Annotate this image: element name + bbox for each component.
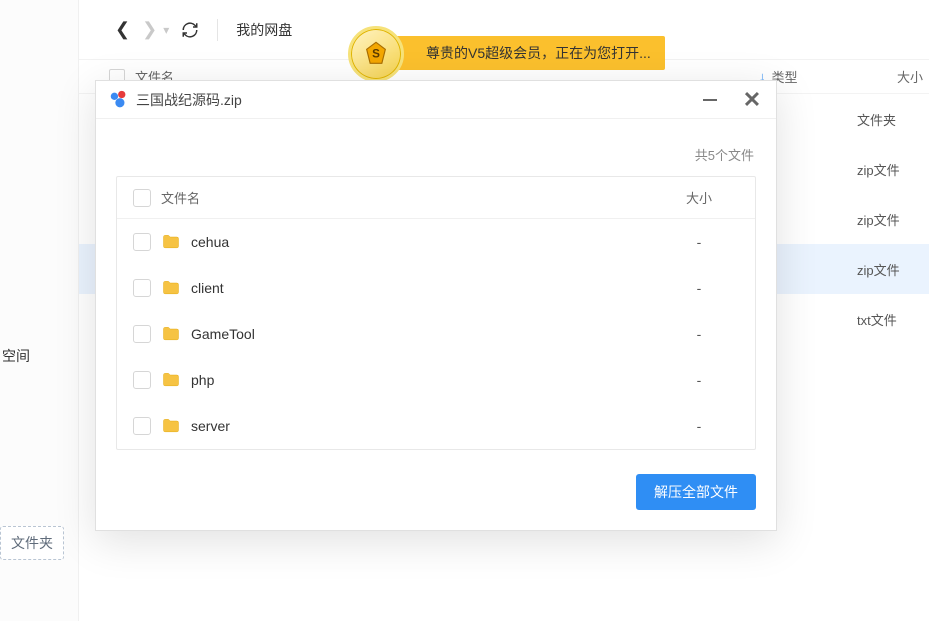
- row-type: zip文件: [857, 210, 900, 229]
- row-type: 文件夹: [857, 110, 896, 129]
- modal-title: 三国战纪源码.zip: [136, 90, 242, 110]
- folder-icon: [161, 416, 181, 436]
- modal-file-table: 文件名 大小 cehua - client - GameTool -: [116, 176, 756, 450]
- modal-titlebar: 三国战纪源码.zip ✕: [96, 81, 776, 119]
- row-name: server: [191, 418, 659, 434]
- sidebar-space-label: 空间: [2, 346, 30, 366]
- svg-text:S: S: [372, 48, 380, 61]
- row-checkbox[interactable]: [133, 233, 151, 251]
- row-checkbox[interactable]: [133, 279, 151, 297]
- new-folder-button[interactable]: 文件夹: [0, 526, 64, 560]
- list-item[interactable]: server -: [117, 403, 755, 449]
- folder-icon: [161, 324, 181, 344]
- vip-banner: S 尊贵的V5超级会员，正在为您打开...: [380, 36, 665, 70]
- list-item[interactable]: php -: [117, 357, 755, 403]
- baidu-logo-icon: [108, 89, 130, 111]
- row-name: client: [191, 280, 659, 296]
- row-size: -: [659, 326, 739, 342]
- modal-select-all-checkbox[interactable]: [133, 189, 151, 207]
- minimize-icon[interactable]: [698, 88, 722, 112]
- row-size: -: [659, 372, 739, 388]
- row-name: php: [191, 372, 659, 388]
- list-item[interactable]: cehua -: [117, 219, 755, 265]
- row-checkbox[interactable]: [133, 417, 151, 435]
- folder-icon: [161, 278, 181, 298]
- column-size[interactable]: 大小: [869, 67, 929, 86]
- refresh-icon[interactable]: [181, 21, 199, 39]
- modal-col-size[interactable]: 大小: [659, 188, 739, 207]
- row-type: txt文件: [857, 310, 897, 329]
- folder-icon: [161, 232, 181, 252]
- row-type: zip文件: [857, 260, 900, 279]
- row-checkbox[interactable]: [133, 371, 151, 389]
- vip-banner-text: 尊贵的V5超级会员，正在为您打开...: [426, 43, 651, 63]
- list-item[interactable]: GameTool -: [117, 311, 755, 357]
- zip-preview-modal: 三国战纪源码.zip ✕ 共5个文件 文件名 大小 cehua -: [95, 80, 777, 531]
- row-type: zip文件: [857, 160, 900, 179]
- nav-forward-icon[interactable]: ❯: [136, 15, 163, 44]
- modal-table-header: 文件名 大小: [117, 177, 755, 219]
- folder-icon: [161, 370, 181, 390]
- breadcrumb[interactable]: 我的网盘: [236, 20, 292, 40]
- toolbar-divider: [217, 19, 218, 41]
- row-checkbox[interactable]: [133, 325, 151, 343]
- modal-footer: 解压全部文件: [96, 466, 776, 530]
- modal-col-name[interactable]: 文件名: [161, 188, 659, 207]
- row-name: cehua: [191, 234, 659, 250]
- extract-all-button[interactable]: 解压全部文件: [636, 474, 756, 510]
- row-size: -: [659, 234, 739, 250]
- close-icon[interactable]: ✕: [740, 88, 764, 112]
- row-size: -: [659, 280, 739, 296]
- nav-back-icon[interactable]: ❮: [109, 15, 136, 44]
- modal-summary: 共5个文件: [96, 119, 776, 176]
- vip-medal-icon: S: [348, 26, 404, 82]
- left-sidebar: 空间 文件夹: [0, 0, 80, 621]
- row-name: GameTool: [191, 326, 659, 342]
- list-item[interactable]: client -: [117, 265, 755, 311]
- nav-more-icon[interactable]: ▾: [163, 19, 169, 41]
- row-size: -: [659, 418, 739, 434]
